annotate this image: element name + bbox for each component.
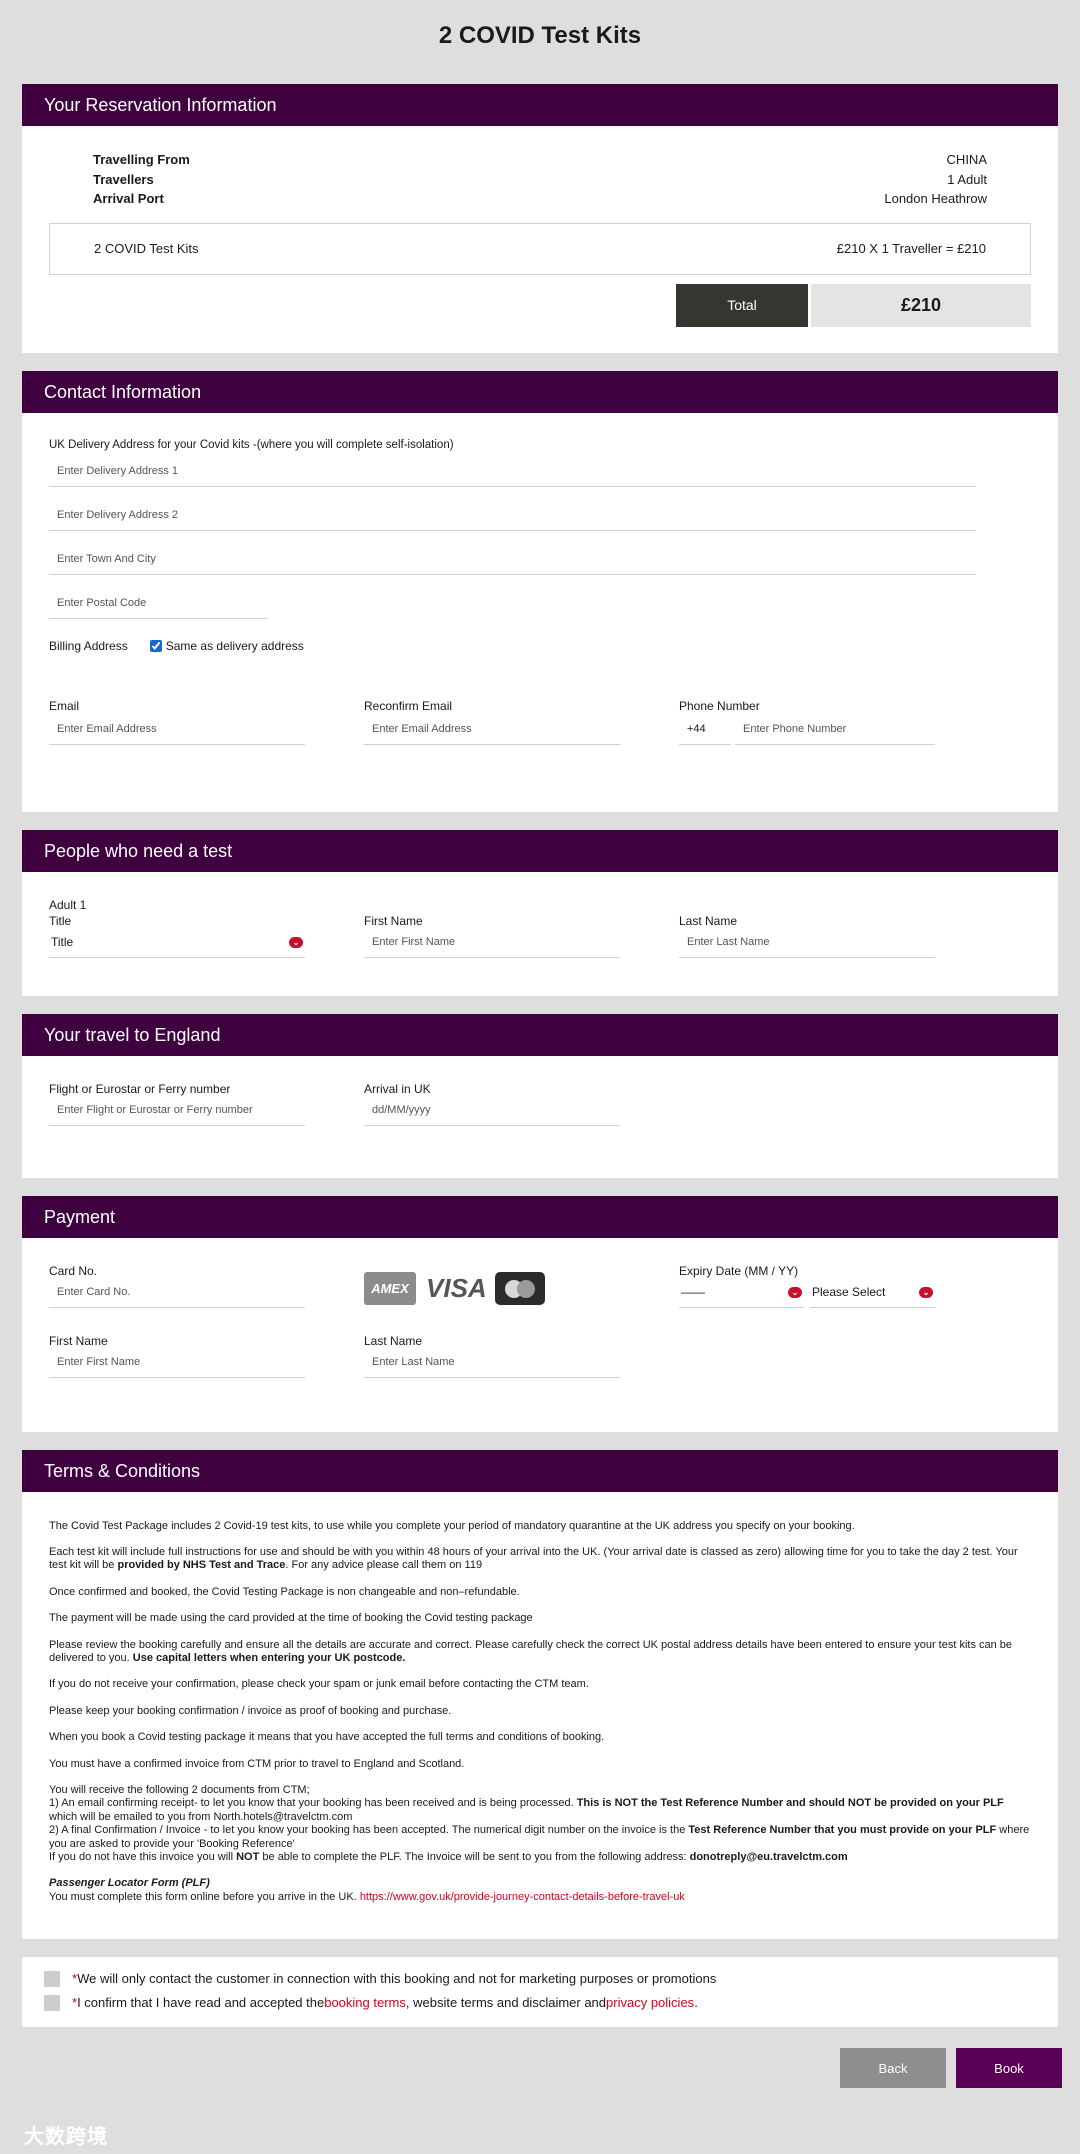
postcode-input[interactable] bbox=[49, 588, 268, 619]
book-button[interactable]: Book bbox=[956, 2048, 1062, 2088]
consent-contact: * We will only contact the customer in co… bbox=[44, 1967, 1036, 1991]
terms-text: The Covid Test Package includes 2 Covid-… bbox=[49, 1519, 1030, 1903]
total-value: £210 bbox=[811, 283, 1031, 327]
reservation-section: Your Reservation Information Travelling … bbox=[22, 84, 1058, 353]
arrival-date-input[interactable] bbox=[364, 1095, 620, 1126]
flight-input[interactable] bbox=[49, 1095, 305, 1126]
consent-terms-checkbox[interactable] bbox=[44, 1994, 60, 2011]
cardholder-first-input[interactable] bbox=[49, 1347, 305, 1378]
reconfirm-email-label: Reconfirm Email bbox=[364, 698, 453, 713]
amex-icon: AMEX bbox=[364, 1272, 416, 1305]
consent-terms: * I confirm that I have read and accepted… bbox=[44, 1991, 1036, 2015]
res-row-from: Travelling From CHINA bbox=[93, 152, 987, 167]
contact-header: Contact Information bbox=[22, 370, 1058, 413]
travel-header: Your travel to England bbox=[22, 1013, 1058, 1056]
title-label: Title bbox=[49, 913, 72, 928]
chevron-down-icon: ⌄ bbox=[289, 936, 303, 948]
cardholder-first-label: First Name bbox=[49, 1333, 108, 1348]
billing-address-label: Billing Address bbox=[49, 638, 128, 653]
same-as-delivery-label: Same as delivery address bbox=[165, 638, 304, 653]
item-price: £210 X 1 Traveller = £210 bbox=[836, 241, 986, 256]
adult-label: Adult 1 bbox=[49, 897, 87, 912]
payment-section: Payment Card No. AMEX VISA Expiry Date (… bbox=[22, 1195, 1058, 1432]
res-row-travellers: Travellers 1 Adult bbox=[93, 171, 987, 187]
reservation-details: Travelling From CHINA Travellers 1 Adult… bbox=[49, 126, 1031, 211]
mastercard-icon bbox=[494, 1272, 545, 1305]
first-name-input[interactable] bbox=[364, 927, 620, 958]
delivery-note: UK Delivery Address for your Covid kits … bbox=[49, 438, 454, 451]
card-number-input[interactable] bbox=[49, 1277, 305, 1308]
watermark: 大数跨境 bbox=[24, 2126, 108, 2148]
last-name-input[interactable] bbox=[679, 927, 935, 958]
total-label: Total bbox=[676, 283, 808, 327]
visa-icon: VISA bbox=[426, 1273, 487, 1303]
phone-input[interactable] bbox=[735, 714, 935, 745]
item-name: 2 COVID Test Kits bbox=[94, 241, 199, 256]
booking-terms-link[interactable]: booking terms bbox=[324, 1995, 406, 2010]
expiry-month-select[interactable]: —— ⌄ bbox=[679, 1278, 804, 1308]
chevron-down-icon: ⌄ bbox=[788, 1286, 802, 1298]
reconfirm-email-input[interactable] bbox=[364, 714, 620, 745]
cardholder-last-input[interactable] bbox=[364, 1347, 620, 1378]
delivery-address-2-input[interactable] bbox=[49, 500, 976, 531]
people-section: People who need a test Adult 1 Title Tit… bbox=[22, 829, 1058, 996]
chevron-down-icon: ⌄ bbox=[919, 1286, 933, 1298]
phone-code-select[interactable]: +44 bbox=[679, 715, 731, 745]
email-label: Email bbox=[49, 698, 80, 713]
terms-header: Terms & Conditions bbox=[22, 1449, 1058, 1492]
res-row-port: Arrival Port London Heathrow bbox=[93, 191, 987, 206]
privacy-policies-link[interactable]: privacy policies bbox=[606, 1995, 694, 2010]
expiry-year-select[interactable]: Please Select ⌄ bbox=[810, 1278, 935, 1308]
consent-section: * We will only contact the customer in co… bbox=[22, 1956, 1058, 2027]
phone-label: Phone Number bbox=[679, 698, 760, 713]
arrival-label: Arrival in UK bbox=[364, 1081, 431, 1096]
delivery-address-1-input[interactable] bbox=[49, 456, 976, 487]
back-button[interactable]: Back bbox=[840, 2048, 946, 2088]
plf-link[interactable]: https://www.gov.uk/provide-journey-conta… bbox=[360, 1891, 685, 1903]
terms-section: Terms & Conditions The Covid Test Packag… bbox=[22, 1449, 1058, 1939]
flight-label: Flight or Eurostar or Ferry number bbox=[49, 1081, 231, 1096]
card-label: Card No. bbox=[49, 1263, 98, 1278]
reservation-header: Your Reservation Information bbox=[22, 84, 1058, 126]
expiry-label: Expiry Date (MM / YY) bbox=[679, 1263, 799, 1278]
title-select[interactable]: Title ⌄ bbox=[49, 928, 305, 958]
town-input[interactable] bbox=[49, 544, 976, 575]
page-title: 2 COVID Test Kits bbox=[438, 22, 642, 49]
cardholder-last-label: Last Name bbox=[364, 1333, 423, 1348]
contact-section: Contact Information UK Delivery Address … bbox=[22, 370, 1058, 812]
email-input[interactable] bbox=[49, 714, 305, 745]
last-name-label: Last Name bbox=[679, 913, 738, 928]
travel-section: Your travel to England Flight or Eurosta… bbox=[22, 1013, 1058, 1178]
item-summary: 2 COVID Test Kits £210 X 1 Traveller = £… bbox=[49, 222, 1031, 275]
payment-header: Payment bbox=[22, 1195, 1058, 1238]
first-name-label: First Name bbox=[364, 913, 423, 928]
people-header: People who need a test bbox=[22, 829, 1058, 872]
same-as-delivery-checkbox[interactable] bbox=[149, 639, 162, 652]
consent-contact-checkbox[interactable] bbox=[44, 1970, 60, 1987]
